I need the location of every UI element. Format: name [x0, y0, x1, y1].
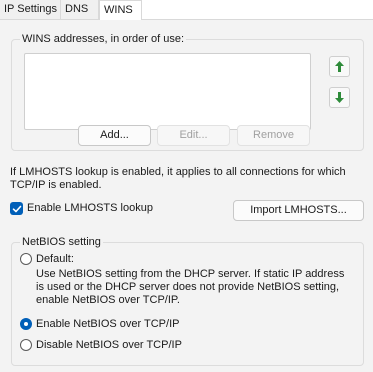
netbios-default-description-3: enable NetBIOS over TCP/IP. [36, 294, 180, 306]
netbios-default-description-2: is used or the DHCP server does not prov… [36, 281, 340, 293]
add-button[interactable]: Add... [78, 125, 151, 146]
disable-netbios-label[interactable]: Disable NetBIOS over TCP/IP [36, 339, 182, 351]
move-up-button[interactable] [329, 56, 350, 77]
enable-netbios-radio[interactable] [20, 318, 32, 330]
enable-netbios-label[interactable]: Enable NetBIOS over TCP/IP [36, 318, 179, 330]
wins-addresses-label: WINS addresses, in order of use: [20, 33, 187, 45]
disable-netbios-radio[interactable] [20, 339, 32, 351]
tab-ip-settings[interactable]: IP Settings [0, 0, 61, 19]
wins-address-list[interactable] [24, 53, 311, 130]
tab-strip: IP Settings DNS WINS [0, 0, 373, 20]
arrow-down-icon [335, 92, 344, 103]
move-down-button[interactable] [329, 87, 350, 108]
enable-lmhosts-checkbox[interactable] [10, 202, 23, 215]
tab-wins[interactable]: WINS [99, 0, 142, 20]
netbios-default-label[interactable]: Default: [36, 253, 74, 265]
remove-button[interactable]: Remove [237, 125, 310, 146]
wins-panel: WINS addresses, in order of use: Add... … [0, 20, 373, 372]
lmhosts-info-line-2: TCP/IP is enabled. [10, 179, 102, 191]
edit-button[interactable]: Edit... [157, 125, 230, 146]
netbios-default-radio[interactable] [20, 253, 32, 265]
enable-lmhosts-label[interactable]: Enable LMHOSTS lookup [27, 202, 153, 214]
tab-dns[interactable]: DNS [61, 0, 99, 19]
netbios-setting-label: NetBIOS setting [20, 236, 103, 248]
arrow-up-icon [335, 61, 344, 72]
checkmark-icon [12, 205, 21, 212]
import-lmhosts-button[interactable]: Import LMHOSTS... [233, 200, 364, 221]
netbios-default-description-1: Use NetBIOS setting from the DHCP server… [36, 268, 345, 280]
lmhosts-info-line-1: If LMHOSTS lookup is enabled, it applies… [10, 166, 346, 178]
